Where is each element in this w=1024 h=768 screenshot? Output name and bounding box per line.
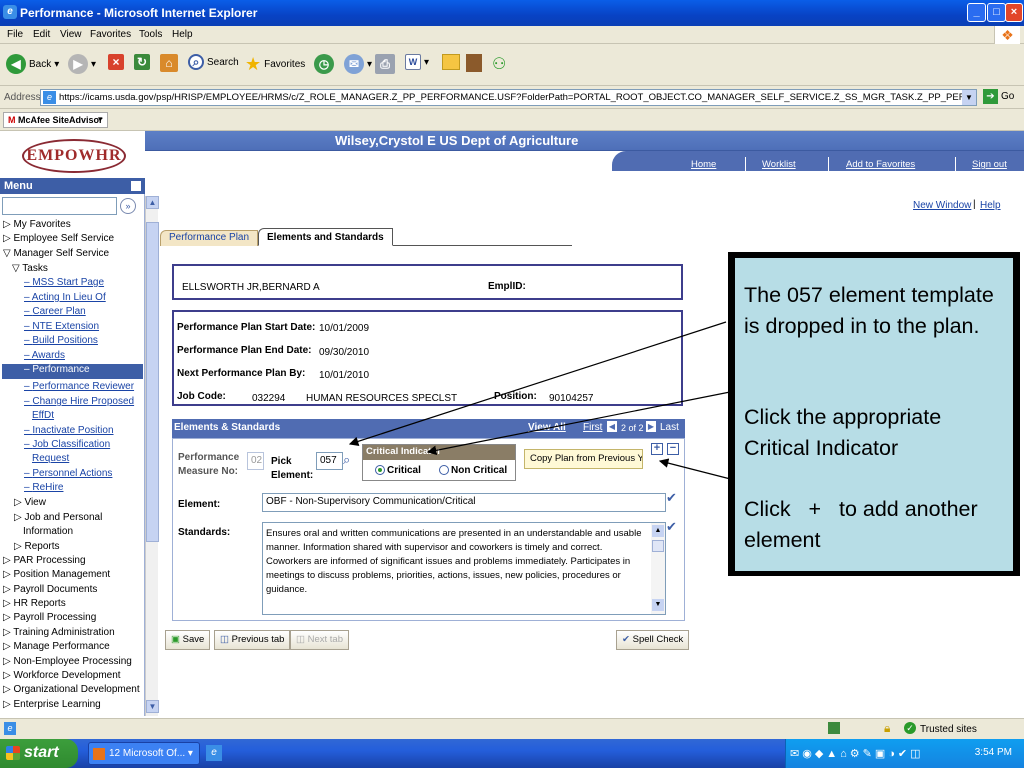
clock: 3:54 PM — [974, 747, 1012, 758]
taskbar: start 12 Microsoft Of... ▾ e ✉◉◆▲⌂⚙✎▣◑✔◫… — [0, 739, 1024, 768]
security-icon — [828, 722, 840, 734]
arrow-to-critical-indicator — [426, 391, 731, 456]
page-status-icon: e — [4, 722, 16, 735]
callout-text-2: Click the appropriate Critical Indicator — [744, 405, 942, 460]
zone-text: Trusted sites — [920, 724, 977, 735]
start-button[interactable]: start — [0, 739, 78, 768]
taskbar-item-microsoft-office[interactable]: 12 Microsoft Of... ▾ — [88, 742, 200, 765]
arrow-to-pick-element — [348, 321, 727, 446]
status-bar: e 🔒︎ ✓ Trusted sites — [0, 718, 1024, 739]
windows-flag-icon — [6, 746, 20, 760]
instruction-callout: The 057 element template is dropped in t… — [728, 252, 1020, 576]
lock-icon: 🔒︎ — [884, 721, 891, 735]
tray-icons[interactable]: ✉◉◆▲⌂⚙✎▣◑✔◫ — [790, 747, 924, 760]
office-icon — [93, 748, 105, 760]
quicklaunch-ie-icon[interactable]: e — [206, 745, 222, 761]
system-tray: ✉◉◆▲⌂⚙✎▣◑✔◫ 3:54 PM — [785, 739, 1024, 768]
callout-body: The 057 element template is dropped in t… — [735, 258, 1013, 571]
callout-text-1: The 057 element template is dropped in t… — [744, 283, 994, 338]
trusted-sites-icon: ✓ — [904, 722, 916, 734]
callout-text-3: Click + to add another element — [744, 497, 984, 552]
